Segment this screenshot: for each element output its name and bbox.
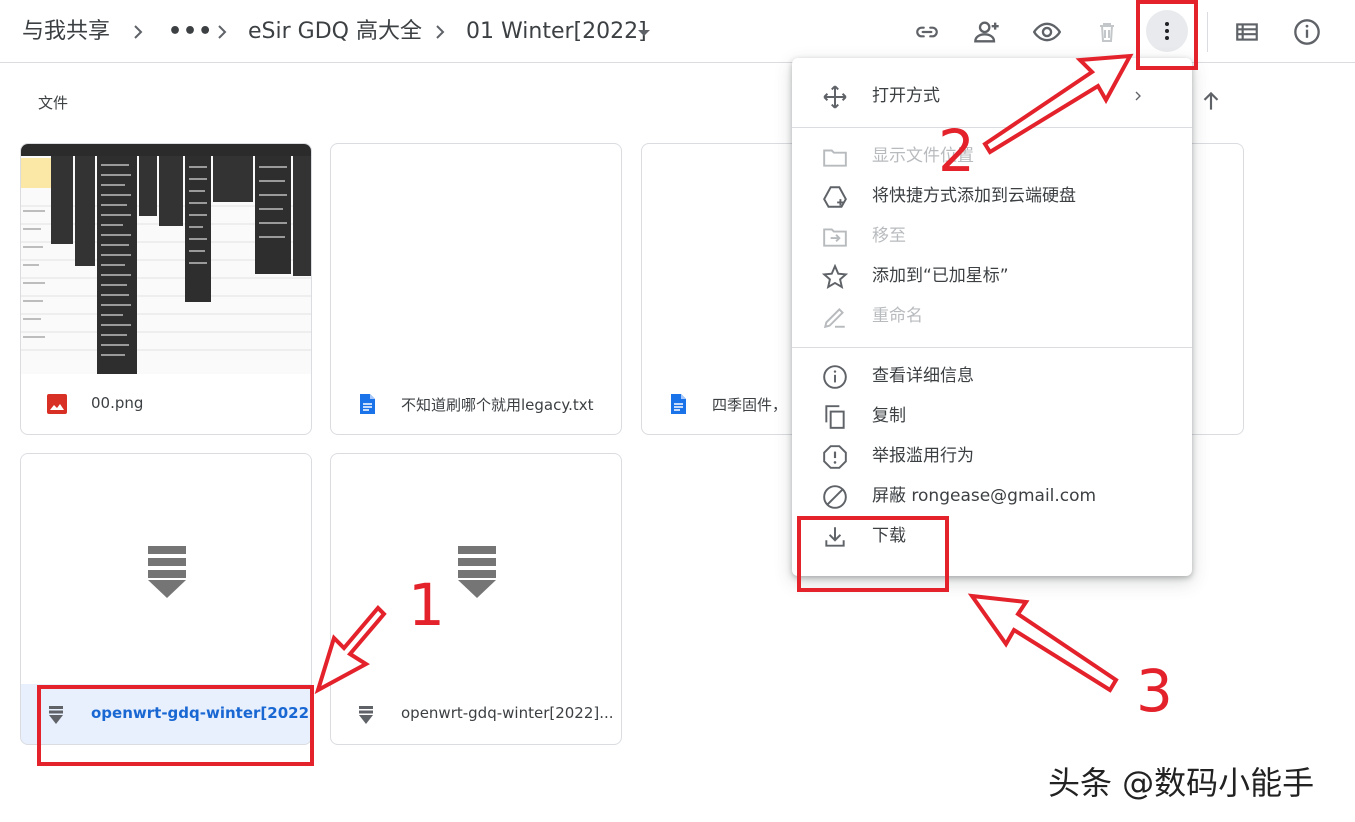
annotation-step-2: 2 [938, 117, 975, 185]
watermark: 头条 @数码小能手 [1048, 764, 1315, 802]
annotation-step-1: 1 [408, 571, 445, 639]
annotation-step-3: 3 [1136, 657, 1173, 725]
